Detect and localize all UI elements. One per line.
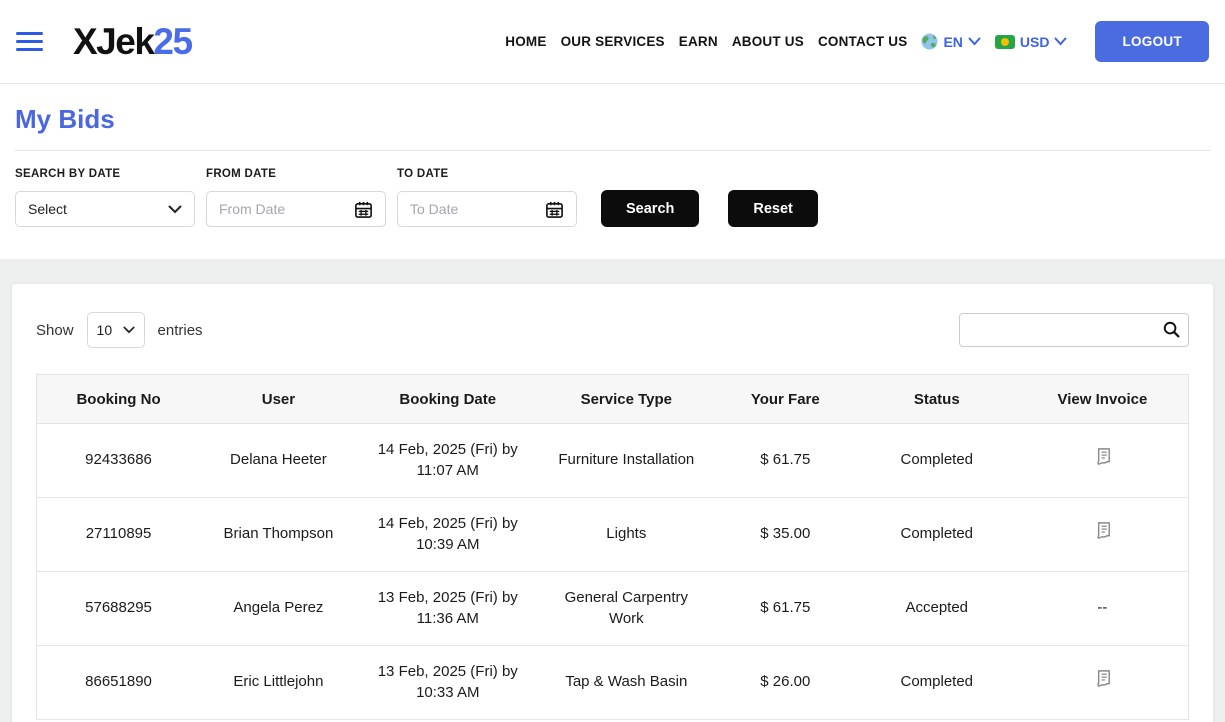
main-nav: HOME OUR SERVICES EARN ABOUT US CONTACT …	[505, 21, 1209, 62]
from-date-input[interactable]: From Date	[206, 191, 386, 227]
service-type-cell: Furniture Installation	[539, 424, 714, 498]
nav-link-contact-us[interactable]: CONTACT US	[818, 34, 908, 49]
booking-no-cell: 86651890	[37, 646, 201, 720]
table-row: 27110895 Brian Thompson 14 Feb, 2025 (Fr…	[37, 498, 1189, 572]
nav-link-earn[interactable]: EARN	[679, 34, 718, 49]
to-date-label: TO DATE	[397, 168, 577, 180]
search-button[interactable]: Search	[601, 190, 699, 227]
language-selector[interactable]: EN	[921, 33, 980, 50]
user-cell: Brian Thompson	[200, 498, 357, 572]
status-cell: Completed	[857, 498, 1017, 572]
column-header-user: User	[200, 375, 357, 424]
chevron-down-icon	[123, 326, 135, 334]
chevron-down-icon	[168, 205, 182, 214]
chevron-down-icon	[968, 37, 981, 46]
currency-flag-icon	[995, 35, 1015, 49]
table-search-input[interactable]	[959, 313, 1189, 347]
status-cell: Completed	[857, 646, 1017, 720]
search-by-date-select[interactable]: Select	[15, 191, 195, 227]
column-header-view-invoice: View Invoice	[1017, 375, 1189, 424]
booking-date-cell: 13 Feb, 2025 (Fri) by 11:36 AM	[357, 572, 539, 646]
booking-no-cell: 57688295	[37, 572, 201, 646]
fare-cell: $ 35.00	[714, 498, 857, 572]
entries-label: entries	[158, 322, 203, 339]
from-date-placeholder: From Date	[219, 201, 354, 217]
page-title: My Bids	[15, 104, 1210, 135]
column-header-service-type: Service Type	[539, 375, 714, 424]
table-row: 57688295 Angela Perez 13 Feb, 2025 (Fri)…	[37, 572, 1189, 646]
invoice-icon[interactable]	[1091, 668, 1114, 691]
booking-no-cell: 92433686	[37, 424, 201, 498]
to-date-input[interactable]: To Date	[397, 191, 577, 227]
booking-date-cell: 13 Feb, 2025 (Fri) by 10:33 AM	[357, 646, 539, 720]
fare-cell: $ 61.75	[714, 424, 857, 498]
fare-cell: $ 26.00	[714, 646, 857, 720]
app-header: XJek25 HOME OUR SERVICES EARN ABOUT US C…	[0, 0, 1225, 84]
table-toolbar: Show 10 entries	[36, 312, 1189, 348]
column-header-your-fare: Your Fare	[714, 375, 857, 424]
booking-no-cell: 27110895	[37, 498, 201, 572]
column-header-status: Status	[857, 375, 1017, 424]
user-cell: Eric Littlejohn	[200, 646, 357, 720]
fare-cell: $ 61.75	[714, 572, 857, 646]
invoice-cell: --	[1017, 572, 1189, 646]
logout-button[interactable]: LOGOUT	[1095, 21, 1209, 62]
nav-link-about-us[interactable]: ABOUT US	[732, 34, 804, 49]
logo-text-dark: XJek	[73, 21, 153, 62]
logo-text-blue: 25	[153, 21, 191, 62]
page-top-section: My Bids SEARCH BY DATE Select FROM DATE …	[0, 84, 1225, 259]
hamburger-menu-icon[interactable]	[16, 32, 43, 51]
currency-selector[interactable]: USD	[995, 34, 1068, 50]
service-type-cell: Lights	[539, 498, 714, 572]
user-cell: Delana Heeter	[200, 424, 357, 498]
search-icon	[1162, 320, 1181, 344]
to-date-placeholder: To Date	[410, 201, 545, 217]
search-by-date-label: SEARCH BY DATE	[15, 168, 195, 180]
table-search	[959, 313, 1189, 347]
nav-link-home[interactable]: HOME	[505, 34, 546, 49]
booking-date-cell: 14 Feb, 2025 (Fri) by 10:39 AM	[357, 498, 539, 572]
column-header-booking-date: Booking Date	[357, 375, 539, 424]
logo[interactable]: XJek25	[73, 21, 192, 63]
globe-icon	[921, 33, 938, 50]
invoice-icon[interactable]	[1091, 446, 1114, 469]
chevron-down-icon	[1054, 37, 1067, 46]
invoice-icon[interactable]	[1091, 520, 1114, 543]
invoice-empty: --	[1097, 599, 1107, 616]
status-cell: Completed	[857, 424, 1017, 498]
from-date-label: FROM DATE	[206, 168, 386, 180]
table-row: 86651890 Eric Littlejohn 13 Feb, 2025 (F…	[37, 646, 1189, 720]
booking-date-cell: 14 Feb, 2025 (Fri) by 11:07 AM	[357, 424, 539, 498]
bids-table-head: Booking No User Booking Date Service Typ…	[37, 375, 1189, 424]
bids-table-body: 92433686 Delana Heeter 14 Feb, 2025 (Fri…	[37, 424, 1189, 720]
show-label: Show	[36, 322, 74, 339]
language-label: EN	[943, 34, 962, 50]
service-type-cell: Tap & Wash Basin	[539, 646, 714, 720]
page-size-select[interactable]: 10	[87, 312, 145, 348]
calendar-icon[interactable]	[354, 200, 373, 219]
bids-table: Booking No User Booking Date Service Typ…	[36, 374, 1189, 720]
table-row: 92433686 Delana Heeter 14 Feb, 2025 (Fri…	[37, 424, 1189, 498]
status-cell: Accepted	[857, 572, 1017, 646]
invoice-cell	[1017, 646, 1189, 720]
calendar-icon[interactable]	[545, 200, 564, 219]
search-by-date-value: Select	[28, 201, 168, 217]
service-type-cell: General Carpentry Work	[539, 572, 714, 646]
page-size-value: 10	[97, 322, 123, 338]
currency-label: USD	[1020, 34, 1050, 50]
content-area: Show 10 entries	[0, 259, 1225, 722]
invoice-cell	[1017, 424, 1189, 498]
invoice-cell	[1017, 498, 1189, 572]
bids-card: Show 10 entries	[12, 284, 1213, 722]
column-header-booking-no: Booking No	[37, 375, 201, 424]
reset-button[interactable]: Reset	[728, 190, 818, 227]
user-cell: Angela Perez	[200, 572, 357, 646]
filter-bar: SEARCH BY DATE Select FROM DATE From Dat…	[0, 151, 1225, 227]
nav-link-our-services[interactable]: OUR SERVICES	[561, 34, 665, 49]
